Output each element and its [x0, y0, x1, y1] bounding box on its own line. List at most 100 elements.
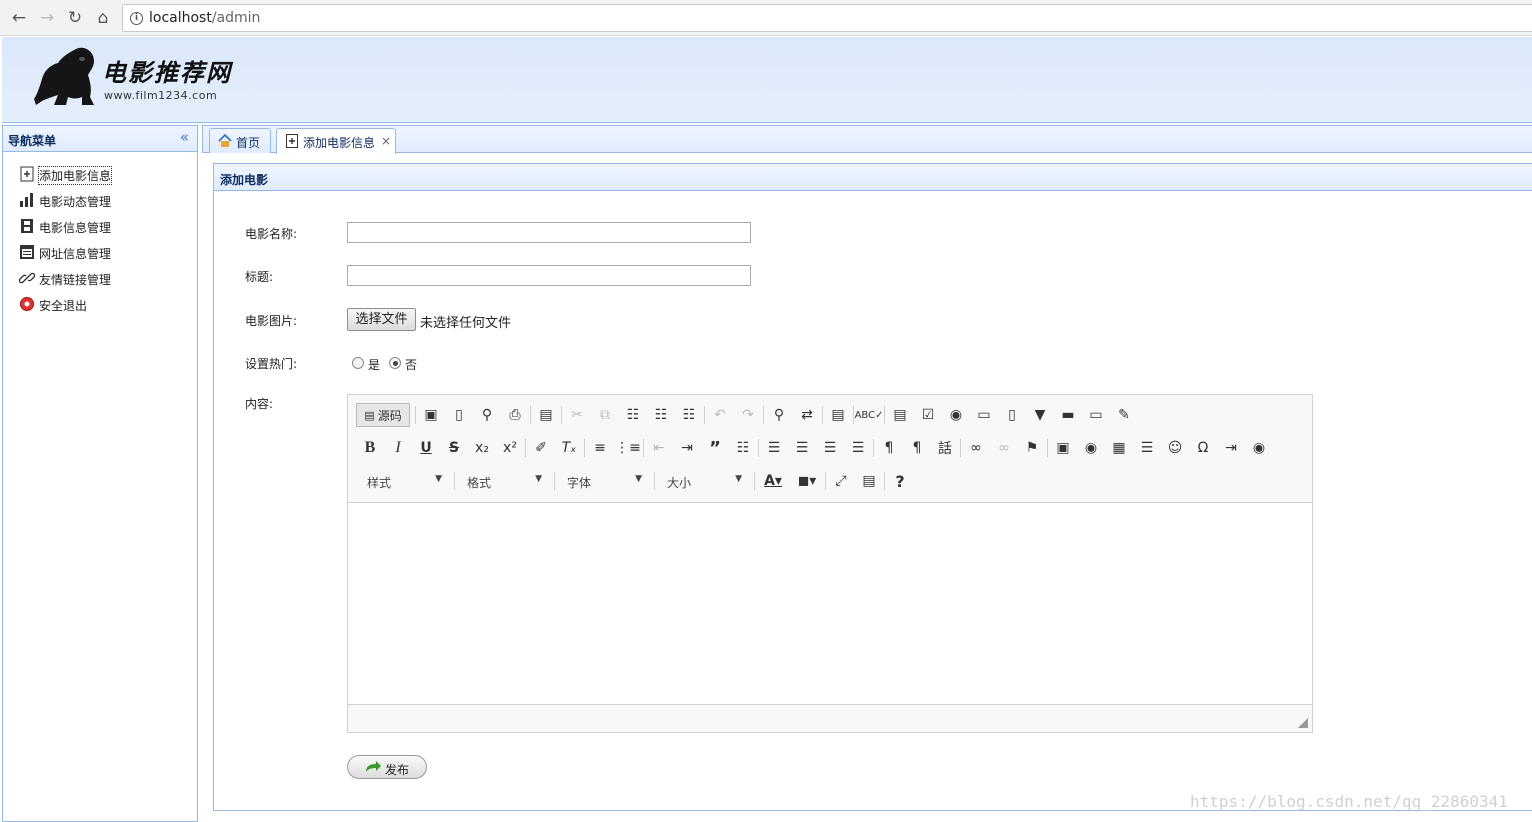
select-all-icon[interactable]: ▤	[824, 403, 852, 427]
tab-home[interactable]: 首页	[209, 128, 271, 153]
textfield-icon[interactable]: ▭	[970, 403, 998, 427]
select-icon[interactable]: ▼	[1026, 403, 1054, 427]
text-color-icon[interactable]: A▾	[756, 469, 790, 493]
superscript-icon[interactable]: x²	[496, 436, 524, 460]
page-break-icon[interactable]: ⇥	[1217, 436, 1245, 460]
align-left-icon[interactable]: ☰	[760, 436, 788, 460]
sidebar-item-add-film[interactable]: 添加电影信息	[17, 164, 187, 190]
sidebar-item-logout[interactable]: 安全退出	[17, 294, 187, 320]
templates-icon[interactable]: ▤	[532, 403, 560, 427]
rtl-icon[interactable]: ¶	[903, 436, 931, 460]
flash-icon[interactable]: ◉	[1077, 436, 1105, 460]
remove-format-icon[interactable]: Tₓ	[555, 436, 583, 460]
sidebar-item-url-info[interactable]: 网址信息管理	[17, 242, 187, 268]
preview-icon[interactable]: ⚲	[473, 403, 501, 427]
collapse-icon[interactable]: «	[180, 128, 189, 146]
copy-icon[interactable]: ⧉	[591, 403, 619, 427]
info-icon[interactable]: i	[130, 12, 143, 25]
sidebar-item-film-news[interactable]: 电影动态管理	[17, 190, 187, 216]
title-input[interactable]	[347, 265, 751, 286]
toolbar-separator	[584, 439, 585, 457]
choose-file-button[interactable]: 选择文件	[347, 308, 416, 331]
spellcheck-icon[interactable]: ABC✓	[855, 403, 884, 427]
bar-chart-icon	[20, 193, 33, 207]
undo-icon[interactable]: ↶	[706, 403, 734, 427]
subscript-icon[interactable]: x₂	[468, 436, 496, 460]
source-button[interactable]: ▤ 源码	[356, 403, 410, 427]
blockquote-icon[interactable]: ”	[701, 436, 729, 460]
size-dropdown[interactable]: 大小 ▼	[656, 470, 748, 492]
hot-no-radio[interactable]	[389, 357, 401, 369]
button-icon[interactable]: ▬	[1054, 403, 1082, 427]
textarea-icon[interactable]: ▯	[998, 403, 1026, 427]
bg-color-icon[interactable]: ◼▾	[790, 469, 824, 493]
format-dropdown[interactable]: 格式 ▼	[456, 470, 548, 492]
sidebar-item-friend-links[interactable]: 友情链接管理	[17, 268, 187, 294]
ltr-icon[interactable]: ¶	[875, 436, 903, 460]
close-icon[interactable]: ×	[381, 134, 391, 148]
form-icon[interactable]: ▤	[886, 403, 914, 427]
align-center-icon[interactable]: ☰	[788, 436, 816, 460]
indent-icon[interactable]: ⇥	[673, 436, 701, 460]
save-icon[interactable]: ▣	[417, 403, 445, 427]
image-icon[interactable]: ▣	[1049, 436, 1077, 460]
replace-icon[interactable]: ⇄	[793, 403, 821, 427]
paste-icon[interactable]: ☷	[619, 403, 647, 427]
link-icon[interactable]: ∞	[962, 436, 990, 460]
publish-button[interactable]: 发布	[347, 755, 427, 779]
nav-menu: 添加电影信息 电影动态管理 电影信息管理 网址信息管理 友情链接管理 安全退出	[17, 164, 187, 320]
paste-word-icon[interactable]: ☷	[675, 403, 703, 427]
back-icon[interactable]: ←	[8, 7, 30, 29]
forward-icon[interactable]: →	[36, 7, 58, 29]
resize-handle-icon[interactable]	[1298, 718, 1308, 728]
underline-icon[interactable]: U	[412, 436, 440, 460]
horizontal-rule-icon[interactable]: ☰	[1133, 436, 1161, 460]
copy-format-icon[interactable]: ✐	[527, 436, 555, 460]
toolbar-separator	[884, 472, 885, 490]
nav-sidebar: 导航菜单 « 添加电影信息 电影动态管理 电影信息管理 网址信息管理 友情链接管…	[2, 125, 198, 822]
address-bar[interactable]: i localhost/admin	[122, 4, 1532, 32]
paste-text-icon[interactable]: ☷	[647, 403, 675, 427]
editor-toolbar: ▤ 源码 ▣ ▯ ⚲ ⎙ ▤ ✂ ⧉ ☷ ☷ ☷ ↶ ↷ ⚲ ⇄ ▤ ABC✓ ▤	[348, 395, 1312, 503]
special-char-icon[interactable]: Ω	[1189, 436, 1217, 460]
font-dropdown[interactable]: 字体 ▼	[556, 470, 648, 492]
justify-icon[interactable]: ☰	[844, 436, 872, 460]
numbered-list-icon[interactable]: ≡	[586, 436, 614, 460]
language-icon[interactable]: 話	[931, 436, 959, 460]
checkbox-icon[interactable]: ☑	[914, 403, 942, 427]
italic-icon[interactable]: I	[384, 436, 412, 460]
smiley-icon[interactable]: ☺	[1161, 436, 1189, 460]
find-icon[interactable]: ⚲	[765, 403, 793, 427]
hot-yes-radio[interactable]	[352, 357, 364, 369]
outdent-icon[interactable]: ⇤	[645, 436, 673, 460]
help-icon[interactable]: ?	[886, 469, 914, 493]
show-blocks-icon[interactable]: ▤	[855, 469, 883, 493]
bold-icon[interactable]: B	[356, 436, 384, 460]
tab-add-film[interactable]: 添加电影信息 ×	[276, 128, 396, 154]
new-page-icon[interactable]: ▯	[445, 403, 473, 427]
print-icon[interactable]: ⎙	[501, 403, 529, 427]
div-container-icon[interactable]: ☷	[729, 436, 757, 460]
maximize-icon[interactable]: ⤢	[827, 469, 855, 493]
image-button-icon[interactable]: ▭	[1082, 403, 1110, 427]
editor-content-area[interactable]	[348, 503, 1312, 704]
align-right-icon[interactable]: ☰	[816, 436, 844, 460]
reload-icon[interactable]: ↻	[64, 7, 86, 29]
table-icon[interactable]: ▦	[1105, 436, 1133, 460]
hot-label: 设置热门:	[245, 357, 298, 371]
redo-icon[interactable]: ↷	[734, 403, 762, 427]
unlink-icon[interactable]: ∞	[990, 436, 1018, 460]
bullet-list-icon[interactable]: ⋮≡	[614, 436, 642, 460]
hidden-field-icon[interactable]: ✎	[1110, 403, 1138, 427]
sidebar-title: 导航菜单	[8, 134, 57, 148]
iframe-icon[interactable]: ◉	[1245, 436, 1273, 460]
cut-icon[interactable]: ✂	[563, 403, 591, 427]
toolbar-separator	[825, 472, 826, 490]
styles-dropdown[interactable]: 样式 ▼	[356, 470, 448, 492]
strike-icon[interactable]: S	[440, 436, 468, 460]
sidebar-item-film-info[interactable]: 电影信息管理	[17, 216, 187, 242]
radio-icon[interactable]: ◉	[942, 403, 970, 427]
anchor-icon[interactable]: ⚑	[1018, 436, 1046, 460]
film-name-input[interactable]	[347, 222, 751, 243]
home-icon[interactable]: ⌂	[92, 7, 114, 29]
